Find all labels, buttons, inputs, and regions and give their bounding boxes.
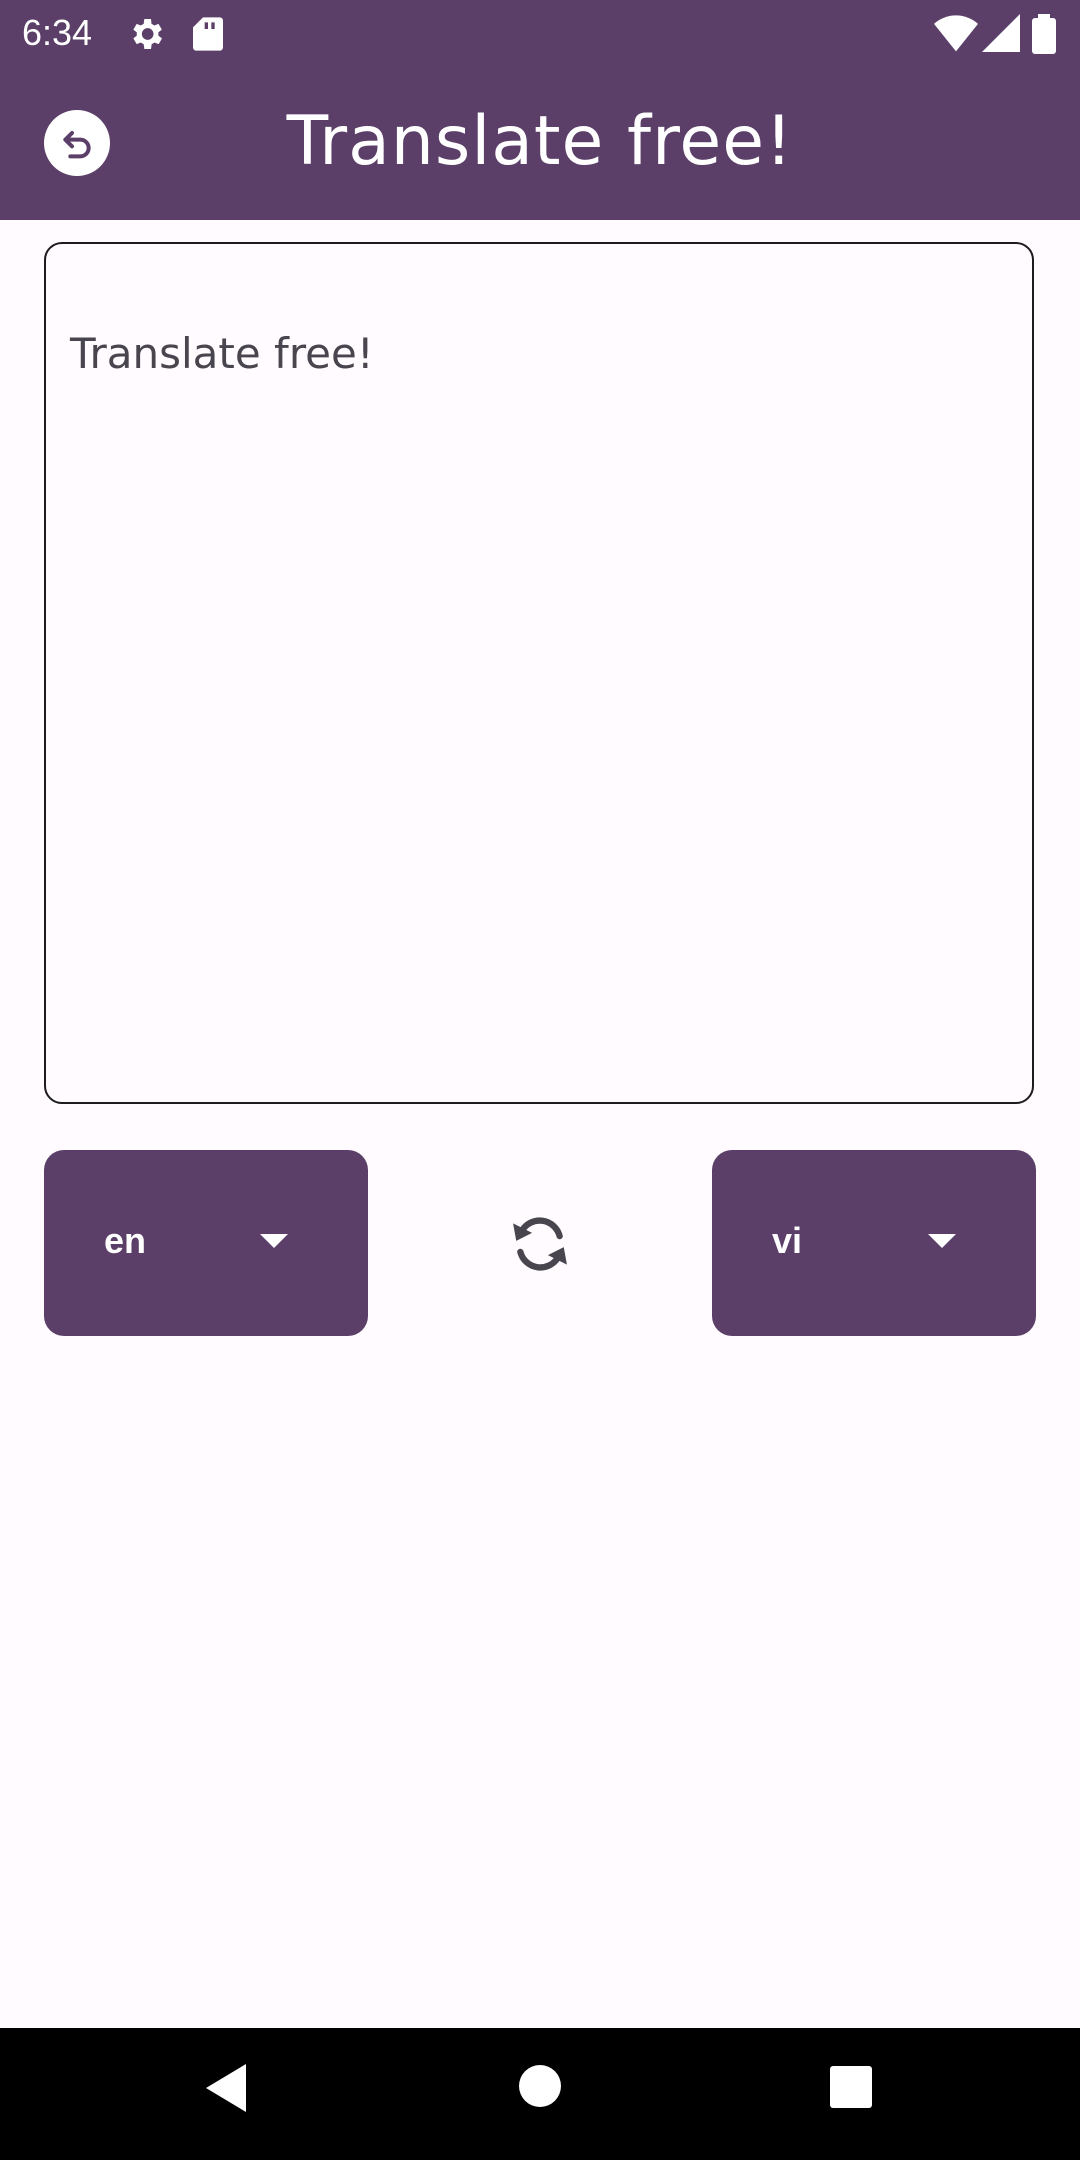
chevron-down-icon [260, 1234, 288, 1248]
gear-icon [126, 14, 166, 58]
target-language-dropdown[interactable]: vi [712, 1150, 1036, 1336]
swap-sync-icon [513, 1217, 567, 1271]
status-bar: 6:34 [0, 0, 1080, 66]
recents-square-icon[interactable] [830, 2066, 872, 2112]
signal-icon [982, 14, 1020, 56]
source-language-dropdown[interactable]: en [44, 1150, 368, 1336]
battery-icon [1032, 14, 1056, 58]
sd-card-icon [190, 14, 226, 58]
status-time: 6:34 [22, 12, 93, 53]
navigation-bar [0, 2028, 1080, 2160]
app-bar: Translate free! [0, 66, 1080, 220]
wifi-icon [934, 14, 978, 56]
chevron-down-icon [928, 1234, 956, 1248]
input-text[interactable]: Translate free! [70, 326, 1008, 382]
translate-text-input[interactable]: Translate free! [44, 242, 1034, 1104]
back-triangle-icon[interactable] [204, 2062, 248, 2118]
source-language-label: en [104, 1220, 147, 1261]
target-language-label: vi [772, 1220, 803, 1261]
swap-languages-button[interactable] [502, 1212, 578, 1276]
home-circle-icon[interactable] [518, 2064, 562, 2112]
app-title: Translate free! [286, 102, 794, 181]
